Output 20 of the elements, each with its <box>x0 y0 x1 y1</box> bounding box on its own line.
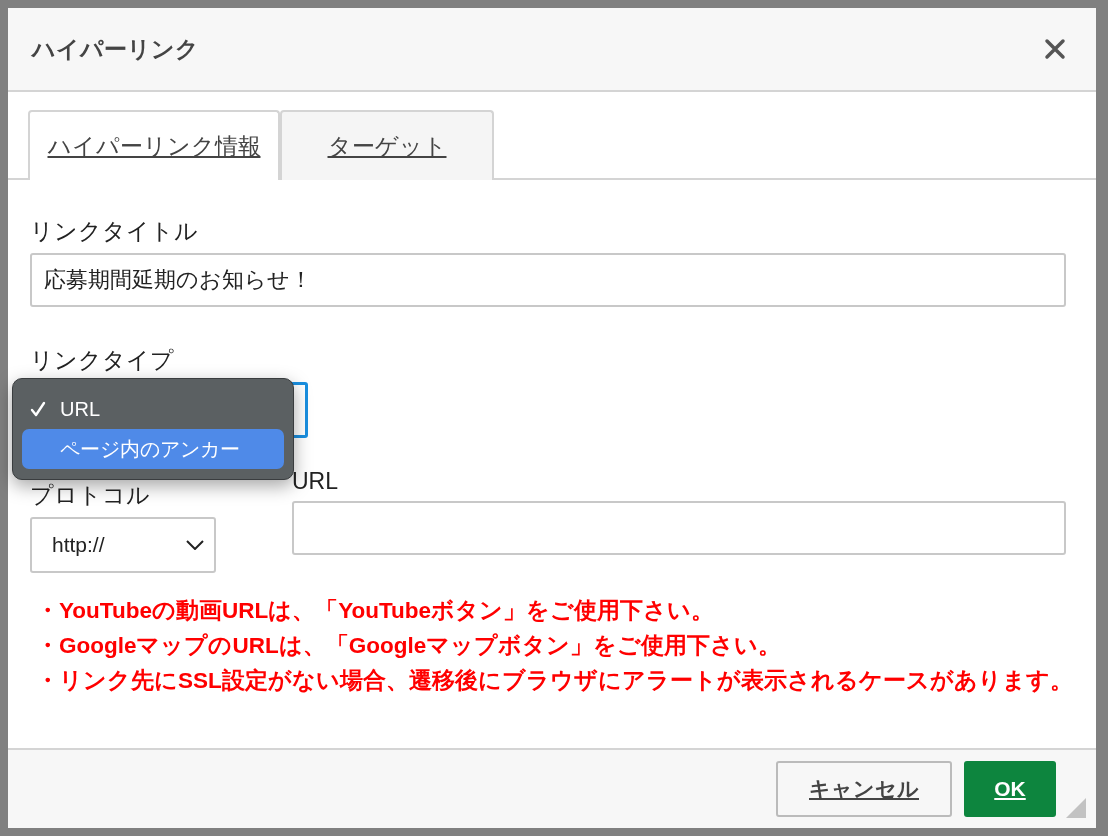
checkmark-icon <box>30 401 46 417</box>
field-label: プロトコル <box>30 481 151 510</box>
warning-note: ・リンク先にSSL設定がない場合、遷移後にブラウザにアラートが表示されるケースがあります。 <box>36 667 1066 695</box>
ok-button[interactable]: OK <box>964 761 1056 817</box>
warning-note: ・GoogleマップのURLは、「Googleマップボタン」をご使用下さい。 <box>36 632 783 660</box>
field-label: リンクタイトル <box>30 217 199 246</box>
dialog-title: ハイパーリンク <box>32 34 199 64</box>
resize-grip-icon[interactable] <box>1066 798 1086 818</box>
tab[interactable]: ハイパーリンク情報 <box>28 110 280 180</box>
protocol-select[interactable]: http:// <box>30 517 216 573</box>
link-title-field[interactable]: 応募期間延期のお知らせ！ <box>30 253 1066 307</box>
close-icon[interactable] <box>1044 38 1066 60</box>
cancel-button[interactable]: キャンセル <box>776 761 952 817</box>
url-field[interactable] <box>292 501 1066 555</box>
field-label: リンクタイプ <box>30 346 175 375</box>
field-label: URL <box>292 468 339 495</box>
tab[interactable]: ターゲット <box>280 110 494 180</box>
dropdown-option[interactable]: URL <box>22 389 284 429</box>
warning-note: ・YouTubeの動画URLは、「YouTubeボタン」をご使用下さい。 <box>36 597 716 625</box>
chevron-down-icon <box>186 540 204 550</box>
